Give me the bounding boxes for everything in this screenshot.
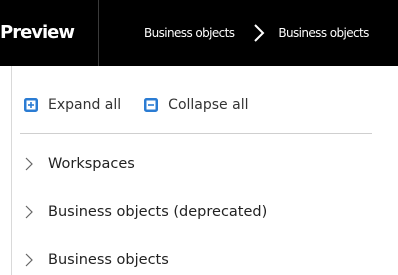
- chevron-right-icon[interactable]: [24, 253, 34, 267]
- breadcrumb: Business objects Business objects: [144, 18, 369, 48]
- tree-toolbar: Expand all Collapse all: [24, 94, 248, 116]
- header-bar: Preview Business objects Business object…: [0, 0, 398, 66]
- panel-border: [11, 66, 12, 275]
- expand-all-icon: [24, 98, 38, 112]
- expand-all-button[interactable]: Expand all: [24, 97, 121, 113]
- tree-list: Workspaces Business objects (deprecated)…: [24, 140, 384, 275]
- collapse-all-icon: [144, 98, 159, 112]
- header-divider: [98, 0, 99, 66]
- tree-item-label: Business objects (deprecated): [48, 204, 268, 220]
- page-title: Preview: [0, 22, 75, 43]
- toolbar-divider: [20, 133, 372, 134]
- tree-item-business-objects-deprecated[interactable]: Business objects (deprecated): [24, 188, 384, 236]
- tree-item-workspaces[interactable]: Workspaces: [24, 140, 384, 188]
- tree-item-label: Workspaces: [48, 156, 135, 172]
- breadcrumb-parent-link[interactable]: Business objects: [144, 26, 235, 40]
- collapse-all-label: Collapse all: [168, 97, 249, 113]
- tree-item-label: Business objects: [48, 252, 169, 268]
- collapse-all-button[interactable]: Collapse all: [144, 97, 248, 113]
- tree-item-business-objects[interactable]: Business objects: [24, 236, 384, 275]
- breadcrumb-current: Business objects: [278, 26, 369, 40]
- page: Preview Business objects Business object…: [0, 0, 398, 275]
- chevron-right-icon[interactable]: [24, 157, 34, 171]
- chevron-right-icon: [254, 24, 265, 42]
- chevron-right-icon[interactable]: [24, 205, 34, 219]
- expand-all-label: Expand all: [48, 97, 122, 113]
